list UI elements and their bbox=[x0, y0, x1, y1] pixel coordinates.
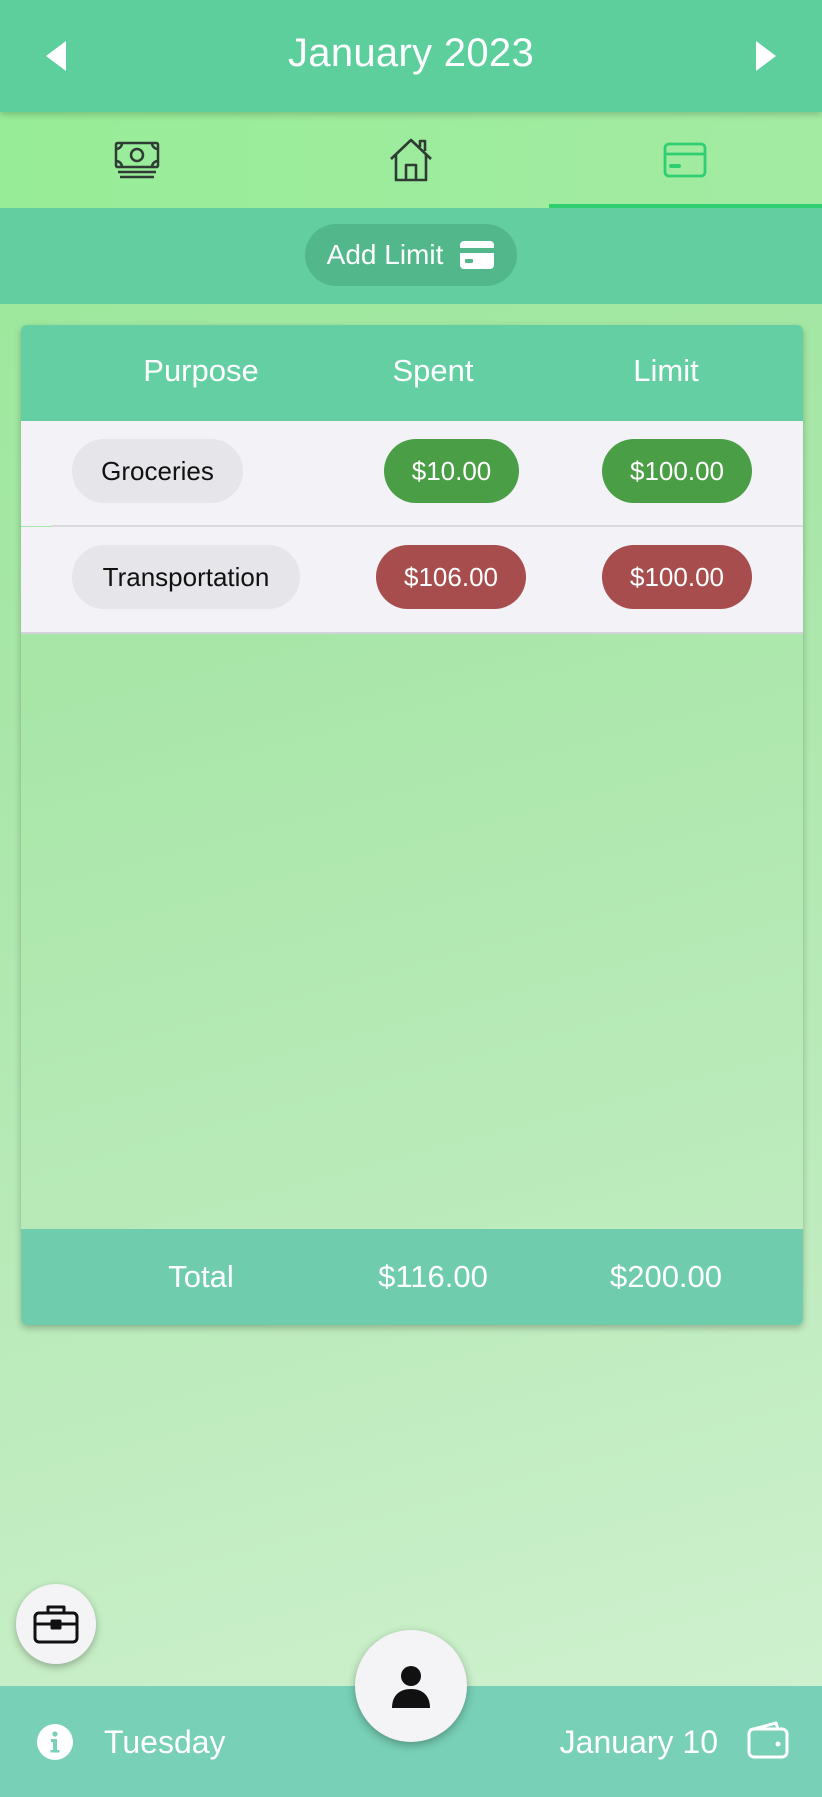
money-icon bbox=[114, 141, 160, 179]
home-icon bbox=[390, 138, 432, 182]
credit-card-icon bbox=[460, 241, 495, 269]
limit-chip[interactable]: $100.00 bbox=[602, 545, 752, 609]
user-icon bbox=[392, 1666, 430, 1708]
total-label: Total bbox=[168, 1259, 234, 1294]
info-icon[interactable] bbox=[36, 1723, 74, 1761]
table-row[interactable]: Groceries $10.00 $100.00 bbox=[21, 421, 803, 526]
briefcase-icon bbox=[33, 1605, 79, 1644]
add-limit-label: Add Limit bbox=[326, 239, 444, 270]
purpose-chip[interactable]: Groceries bbox=[72, 439, 243, 503]
briefcase-button[interactable] bbox=[16, 1584, 96, 1664]
wallet-icon[interactable] bbox=[746, 1720, 790, 1760]
column-header-purpose: Purpose bbox=[143, 353, 259, 388]
row-divider bbox=[21, 632, 803, 634]
tab-home[interactable] bbox=[274, 112, 548, 208]
column-header-limit: Limit bbox=[633, 353, 699, 388]
limit-chip[interactable]: $100.00 bbox=[602, 439, 752, 503]
spent-chip[interactable]: $106.00 bbox=[376, 545, 526, 609]
table-footer-total: Total $116.00 $200.00 bbox=[21, 1229, 803, 1325]
action-bar: Add Limit bbox=[0, 208, 822, 304]
tab-income[interactable] bbox=[0, 112, 274, 208]
tab-limits[interactable] bbox=[548, 112, 822, 208]
current-date: January 10 bbox=[559, 1724, 718, 1760]
tab-active-indicator bbox=[549, 204, 822, 208]
limits-table-card: Purpose Spent Limit Groceries $10.00 $10… bbox=[21, 325, 803, 1325]
tab-bar bbox=[0, 112, 822, 208]
credit-card-icon bbox=[663, 142, 707, 178]
column-header-spent: Spent bbox=[392, 353, 474, 388]
current-day: Tuesday bbox=[104, 1724, 226, 1760]
profile-button[interactable] bbox=[355, 1630, 467, 1742]
add-limit-button[interactable]: Add Limit bbox=[305, 224, 517, 286]
table-header: Purpose Spent Limit bbox=[21, 325, 803, 421]
purpose-chip[interactable]: Transportation bbox=[72, 545, 300, 609]
spent-chip[interactable]: $10.00 bbox=[384, 439, 519, 503]
top-app-bar: January 2023 bbox=[0, 0, 822, 112]
chevron-right-icon[interactable] bbox=[750, 39, 780, 73]
total-spent: $116.00 bbox=[378, 1259, 488, 1294]
total-limit: $200.00 bbox=[609, 1259, 723, 1294]
table-row[interactable]: Transportation $106.00 $100.00 bbox=[21, 527, 803, 632]
month-title: January 2023 bbox=[287, 31, 534, 75]
